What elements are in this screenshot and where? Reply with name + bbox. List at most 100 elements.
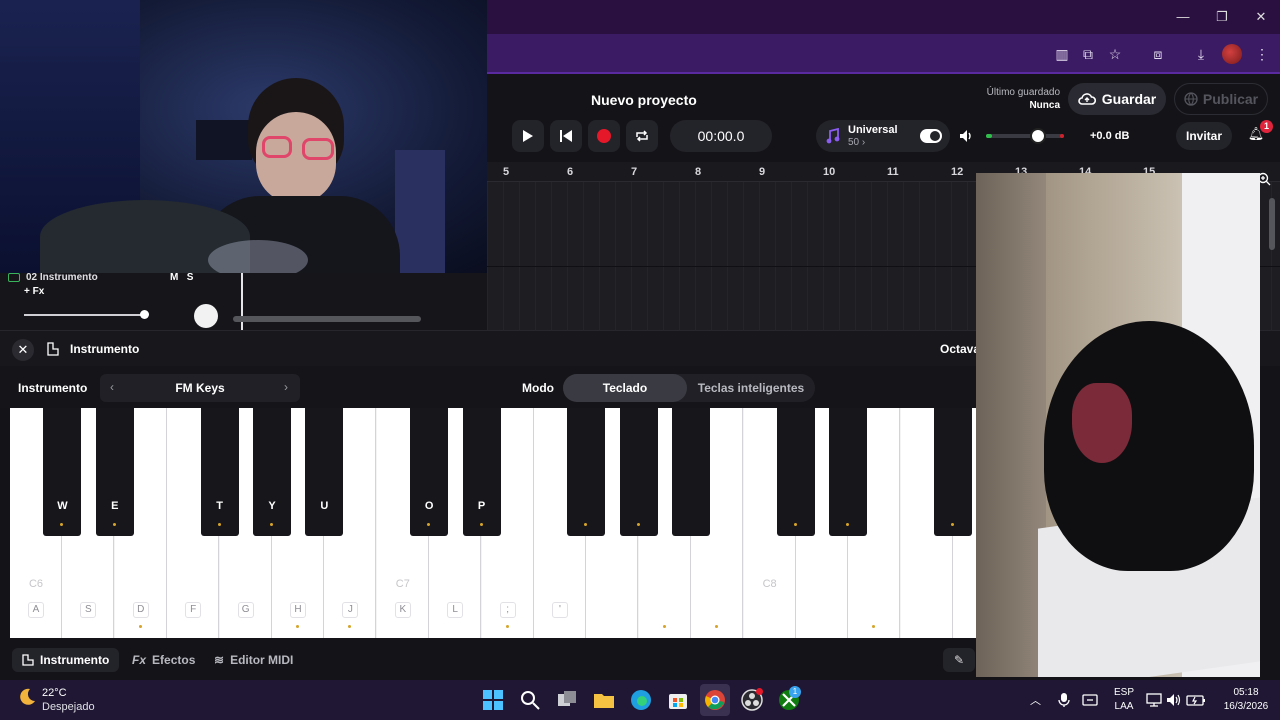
key-shortcut: O	[424, 500, 434, 512]
black-key[interactable]: O	[410, 408, 449, 536]
black-key[interactable]	[619, 408, 658, 536]
ruler-mark: 6	[567, 166, 574, 178]
invite-button[interactable]: Invitar	[1176, 122, 1232, 150]
battery-icon[interactable]	[1186, 692, 1206, 708]
network-icon[interactable]	[1146, 692, 1162, 708]
extensions-icon[interactable]: ⧈	[1148, 44, 1168, 64]
black-key[interactable]	[829, 408, 868, 536]
tab-midi-editor[interactable]: ≋ Editor MIDI	[204, 648, 303, 672]
moon-weather-icon[interactable]	[16, 686, 38, 708]
minimize-button[interactable]: —	[1164, 6, 1202, 28]
horizontal-scrollbar[interactable]	[233, 316, 421, 322]
black-key[interactable]: Y	[253, 408, 291, 536]
chevron-up-icon[interactable]: ︿	[1030, 692, 1041, 708]
black-key[interactable]: E	[95, 408, 134, 536]
save-button[interactable]: Guardar	[1068, 83, 1166, 115]
pan-knob[interactable]	[194, 304, 218, 328]
key-shortcut: J	[342, 602, 359, 618]
tab-effects-label: Efectos	[152, 653, 196, 667]
record-button[interactable]	[588, 120, 620, 152]
scale-dot	[348, 625, 352, 628]
key-shortcut: F	[185, 602, 202, 618]
instrument-tab-icon	[22, 654, 34, 666]
solo-button[interactable]: S	[187, 272, 194, 283]
search-icon[interactable]	[518, 688, 542, 712]
xbox-badge: 1	[789, 686, 801, 698]
scale-dot	[584, 523, 588, 526]
play-button[interactable]	[512, 120, 544, 152]
master-volume-slider[interactable]	[986, 134, 1064, 138]
taskbar-clock[interactable]: 05:18 16/3/2026	[1218, 686, 1274, 714]
key-shortcut: ;	[499, 602, 516, 618]
mute-button[interactable]: M	[170, 272, 178, 283]
close-panel-button[interactable]: ✕	[12, 339, 34, 361]
scale-dot	[846, 523, 850, 526]
project-title[interactable]: Nuevo proyecto	[591, 92, 697, 108]
weather-temperature[interactable]: 22°C	[42, 687, 67, 699]
universal-value: 50 ›	[848, 137, 866, 148]
volume-level-green	[986, 134, 992, 138]
next-instrument-icon[interactable]: ›	[284, 380, 288, 394]
browser-menu-icon[interactable]: ⋮	[1252, 44, 1272, 64]
black-key[interactable]: P	[462, 408, 501, 536]
language-code: ESP	[1113, 687, 1134, 698]
mode-keyboard-tab[interactable]: Teclado	[563, 374, 687, 402]
last-saved-value: Nunca	[1029, 100, 1060, 111]
profile-avatar[interactable]	[1222, 44, 1242, 64]
time-display: 00:00.0	[670, 120, 772, 152]
bookmark-star-icon[interactable]: ☆	[1105, 44, 1125, 64]
add-fx-button[interactable]: + Fx	[24, 286, 44, 297]
black-key[interactable]: W	[43, 408, 82, 536]
meet-now-icon[interactable]	[1082, 692, 1098, 708]
key-shortcut: H	[290, 602, 306, 618]
octave-control[interactable]: Octava	[940, 342, 980, 356]
speaker-icon[interactable]	[958, 128, 974, 144]
reading-mode-icon[interactable]: ▥	[1052, 44, 1072, 64]
store-icon[interactable]	[666, 688, 690, 712]
piano-keyboard[interactable]: C6 A S D F G H J C7 K L; ' C8 W E T Y U O P	[10, 408, 1006, 638]
black-key[interactable]	[777, 408, 815, 536]
obs-recording-dot	[756, 688, 763, 695]
publish-button[interactable]: Publicar	[1174, 83, 1268, 115]
close-window-button[interactable]: ✕	[1242, 6, 1280, 28]
black-key[interactable]	[934, 408, 973, 536]
track-volume-knob[interactable]	[140, 310, 149, 319]
tab-effects[interactable]: Fx Efectos	[122, 648, 205, 672]
black-key[interactable]: T	[200, 408, 239, 536]
tab-instrument[interactable]: Instrumento	[12, 648, 120, 672]
cast-icon[interactable]: ⧉	[1078, 44, 1098, 64]
track-volume-slider[interactable]	[24, 314, 146, 316]
black-key[interactable]	[567, 408, 606, 536]
track-header[interactable]: 02 Instrumento + Fx M S	[0, 270, 487, 330]
transport-controls: 00:00.0	[512, 120, 772, 152]
track-name[interactable]: 02 Instrumento	[26, 272, 98, 283]
mode-smart-keys-tab[interactable]: Teclas inteligentes	[687, 374, 815, 402]
download-icon[interactable]: ⤓	[1191, 44, 1211, 64]
black-key[interactable]	[672, 408, 711, 536]
vertical-scrollbar[interactable]	[1269, 198, 1275, 250]
instrument-select[interactable]: ‹ FM Keys ›	[100, 374, 300, 402]
master-volume-knob[interactable]	[1030, 128, 1046, 144]
chrome-icon[interactable]	[703, 688, 727, 712]
task-view-icon[interactable]	[555, 688, 579, 712]
file-explorer-icon[interactable]	[592, 688, 616, 712]
universal-key-control[interactable]: Universal 50 ›	[816, 120, 950, 152]
key-shortcut: G	[237, 602, 254, 618]
volume-icon[interactable]	[1166, 692, 1182, 708]
scale-dot	[662, 625, 666, 628]
microphone-icon[interactable]	[1058, 692, 1070, 708]
key-shortcut: W	[57, 500, 68, 512]
last-saved-label: Último guardado	[986, 87, 1060, 98]
edge-icon[interactable]	[629, 688, 653, 712]
maximize-button[interactable]: ❐	[1203, 6, 1241, 28]
pencil-icon[interactable]: ✎	[943, 648, 975, 672]
note-label: C8	[762, 578, 777, 590]
language-indicator[interactable]: ESP LAA	[1112, 686, 1136, 714]
loop-button[interactable]	[626, 120, 658, 152]
windows-start-icon[interactable]	[481, 688, 505, 712]
universal-toggle[interactable]	[920, 129, 942, 143]
black-key[interactable]: U	[305, 408, 344, 536]
weather-condition[interactable]: Despejado	[42, 701, 95, 713]
scale-dot	[951, 523, 955, 526]
rewind-button[interactable]	[550, 120, 582, 152]
